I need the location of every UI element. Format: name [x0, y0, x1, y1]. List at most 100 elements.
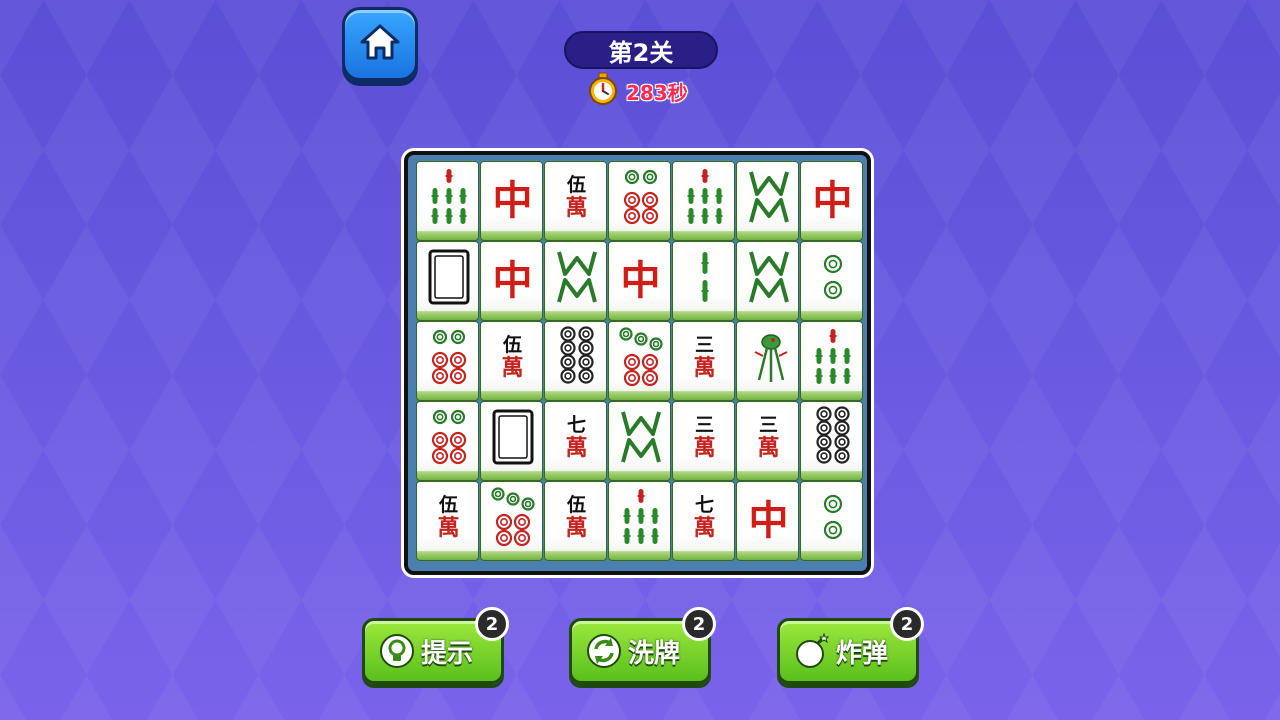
circle-7-icon	[609, 322, 670, 392]
character-rank: 伍	[438, 493, 458, 516]
mahjong-tile-bamboo-6[interactable]	[672, 161, 735, 241]
mahjong-tile-white-dragon[interactable]	[416, 241, 479, 321]
mahjong-tile-red-dragon[interactable]: 中	[480, 161, 543, 241]
bamboo-1-icon	[737, 322, 798, 392]
mahjong-tile-circle-8[interactable]	[544, 321, 607, 401]
bamboo-7-icon	[609, 402, 670, 472]
mahjong-tile-red-dragon[interactable]: 中	[800, 161, 863, 241]
red-dragon-icon: 中	[481, 162, 542, 232]
mahjong-tile-bamboo-7[interactable]	[544, 241, 607, 321]
mahjong-tile-character-5[interactable]: 伍萬	[416, 481, 479, 561]
mahjong-board: 中伍萬中中中伍萬三萬七萬三萬三萬伍萬伍萬七萬中	[404, 151, 871, 575]
character-rank: 伍	[566, 493, 586, 516]
circle-6-icon	[417, 402, 478, 472]
circle-6-icon	[609, 162, 670, 232]
shuffle-label: 洗牌	[628, 638, 681, 669]
mahjong-tile-bamboo-7[interactable]	[736, 161, 799, 241]
shuffle-button[interactable]: 洗牌 2	[569, 607, 716, 684]
red-dragon-icon: 中	[481, 242, 542, 312]
red-dragon-glyph: 中	[492, 177, 533, 224]
character-suit: 萬	[501, 354, 524, 381]
bamboo-6-icon	[801, 322, 862, 392]
mahjong-tile-bamboo-6[interactable]	[416, 161, 479, 241]
shuffle-count-badge: 2	[682, 607, 716, 641]
bomb-label: 炸弹	[836, 638, 889, 669]
red-dragon-icon: 中	[737, 482, 798, 552]
mahjong-tile-circle-6[interactable]	[416, 321, 479, 401]
character-suit: 萬	[565, 194, 588, 221]
mahjong-tile-red-dragon[interactable]: 中	[736, 481, 799, 561]
mahjong-tile-red-dragon[interactable]: 中	[608, 241, 671, 321]
mahjong-tile-white-dragon[interactable]	[480, 401, 543, 481]
mahjong-tile-bamboo-2[interactable]	[672, 241, 735, 321]
character-rank: 七	[694, 493, 714, 516]
character-suit: 萬	[565, 514, 588, 541]
bomb-button[interactable]: 炸弹 2	[777, 607, 924, 684]
mahjong-tile-circle-6[interactable]	[608, 161, 671, 241]
mahjong-tile-circle-2[interactable]	[800, 241, 863, 321]
character-rank: 三	[694, 333, 714, 356]
bamboo-7-icon	[737, 162, 798, 232]
mahjong-tile-character-3[interactable]: 三萬	[672, 401, 735, 481]
red-dragon-glyph: 中	[620, 257, 661, 304]
home-button[interactable]	[342, 7, 418, 81]
mahjong-tile-character-7[interactable]: 七萬	[672, 481, 735, 561]
mahjong-tile-character-5[interactable]: 伍萬	[544, 161, 607, 241]
hint-button[interactable]: 提示 2	[362, 607, 509, 684]
character-3-icon: 三萬	[673, 322, 734, 392]
white-dragon-icon	[417, 242, 478, 312]
mahjong-tile-character-5[interactable]: 伍萬	[544, 481, 607, 561]
bamboo-6-icon	[609, 482, 670, 552]
character-rank: 伍	[502, 333, 522, 356]
white-dragon-icon	[481, 402, 542, 472]
level-title: 第2关	[564, 31, 718, 69]
mahjong-tile-bamboo-7[interactable]	[608, 401, 671, 481]
character-7-icon: 七萬	[673, 482, 734, 552]
character-rank: 三	[694, 413, 714, 436]
hint-count-badge: 2	[475, 607, 509, 641]
bomb-icon	[794, 632, 830, 669]
home-icon	[358, 22, 402, 66]
bamboo-6-icon	[417, 162, 478, 232]
mahjong-tile-bamboo-6[interactable]	[800, 321, 863, 401]
timer-text: 283秒	[626, 80, 688, 105]
mahjong-tile-bamboo-1[interactable]	[736, 321, 799, 401]
character-suit: 萬	[565, 434, 588, 461]
red-dragon-icon: 中	[609, 242, 670, 312]
red-dragon-icon: 中	[801, 162, 862, 232]
character-5-icon: 伍萬	[545, 482, 606, 552]
circle-6-icon	[417, 322, 478, 392]
character-suit: 萬	[693, 434, 716, 461]
character-5-icon: 伍萬	[417, 482, 478, 552]
character-suit: 萬	[757, 434, 780, 461]
timer: 283秒	[586, 72, 688, 110]
circle-7-icon	[481, 482, 542, 552]
mahjong-tile-circle-7[interactable]	[480, 481, 543, 561]
character-suit: 萬	[437, 514, 460, 541]
mahjong-tile-character-3[interactable]: 三萬	[736, 401, 799, 481]
mahjong-tile-circle-6[interactable]	[416, 401, 479, 481]
mahjong-tile-character-3[interactable]: 三萬	[672, 321, 735, 401]
mahjong-tile-bamboo-6[interactable]	[608, 481, 671, 561]
stopwatch-icon	[586, 72, 620, 110]
character-rank: 三	[758, 413, 778, 436]
character-5-icon: 伍萬	[481, 322, 542, 392]
mahjong-tile-character-7[interactable]: 七萬	[544, 401, 607, 481]
character-3-icon: 三萬	[673, 402, 734, 472]
red-dragon-glyph: 中	[492, 257, 533, 304]
circle-2-icon	[801, 482, 862, 552]
bamboo-6-icon	[673, 162, 734, 232]
bamboo-7-icon	[737, 242, 798, 312]
level-title-text: 第2关	[608, 38, 674, 67]
red-dragon-glyph: 中	[748, 497, 789, 544]
mahjong-tile-circle-7[interactable]	[608, 321, 671, 401]
mahjong-tile-character-5[interactable]: 伍萬	[480, 321, 543, 401]
bamboo-7-icon	[545, 242, 606, 312]
character-suit: 萬	[693, 354, 716, 381]
bomb-count-badge: 2	[890, 607, 924, 641]
mahjong-tile-circle-8[interactable]	[800, 401, 863, 481]
mahjong-tile-red-dragon[interactable]: 中	[480, 241, 543, 321]
character-suit: 萬	[693, 514, 716, 541]
mahjong-tile-bamboo-7[interactable]	[736, 241, 799, 321]
mahjong-tile-circle-2[interactable]	[800, 481, 863, 561]
